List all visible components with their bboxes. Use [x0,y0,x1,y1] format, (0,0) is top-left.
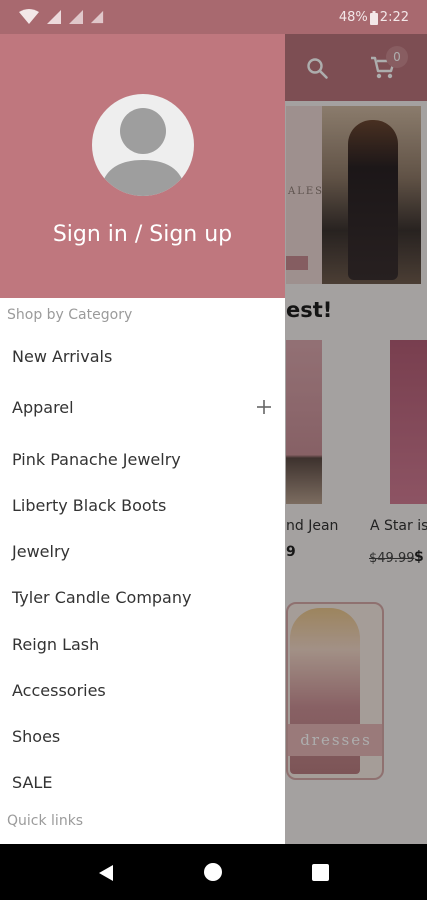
back-icon[interactable] [96,863,116,883]
status-bar: 48% 2:22 [0,0,427,34]
screen: 0 ALES est! nd Jean A Star is 9 $49.99 $… [0,0,427,900]
system-nav-bar [0,844,427,900]
battery-percent: 48% [338,10,368,25]
category-tyler-candle-company[interactable]: Tyler Candle Company [0,577,285,617]
signal-icon [69,10,83,24]
category-reign-lash[interactable]: Reign Lash [0,624,285,664]
status-icons [18,9,104,25]
category-jewelry[interactable]: Jewelry [0,531,285,571]
category-liberty-black-boots[interactable]: Liberty Black Boots [0,485,285,525]
clock: 2:22 [379,10,409,25]
wifi-icon [19,9,39,24]
shop-by-category-label: Shop by Category [7,307,133,323]
category-shoes[interactable]: Shoes [0,716,285,756]
avatar[interactable] [92,94,194,196]
user-icon [100,108,186,196]
expand-plus-icon[interactable] [252,395,276,419]
signal-icon [90,10,104,24]
category-label: Apparel [12,397,74,417]
recents-icon[interactable] [312,864,329,881]
category-new-arrivals[interactable]: New Arrivals [0,336,285,376]
sign-in-link[interactable]: Sign in / Sign up [0,222,285,247]
category-pink-panache-jewelry[interactable]: Pink Panache Jewelry [0,439,285,479]
category-accessories[interactable]: Accessories [0,670,285,710]
status-right: 48% 2:22 [339,10,409,25]
home-icon[interactable] [204,863,222,881]
category-apparel[interactable]: Apparel [0,387,285,427]
battery-icon [369,10,378,25]
signal-icon [47,10,61,24]
category-sale[interactable]: SALE [0,762,285,802]
quick-links-label: Quick links [7,813,84,829]
drawer-header: Sign in / Sign up [0,34,285,298]
navigation-drawer: Sign in / Sign up Shop by Category New A… [0,34,285,844]
